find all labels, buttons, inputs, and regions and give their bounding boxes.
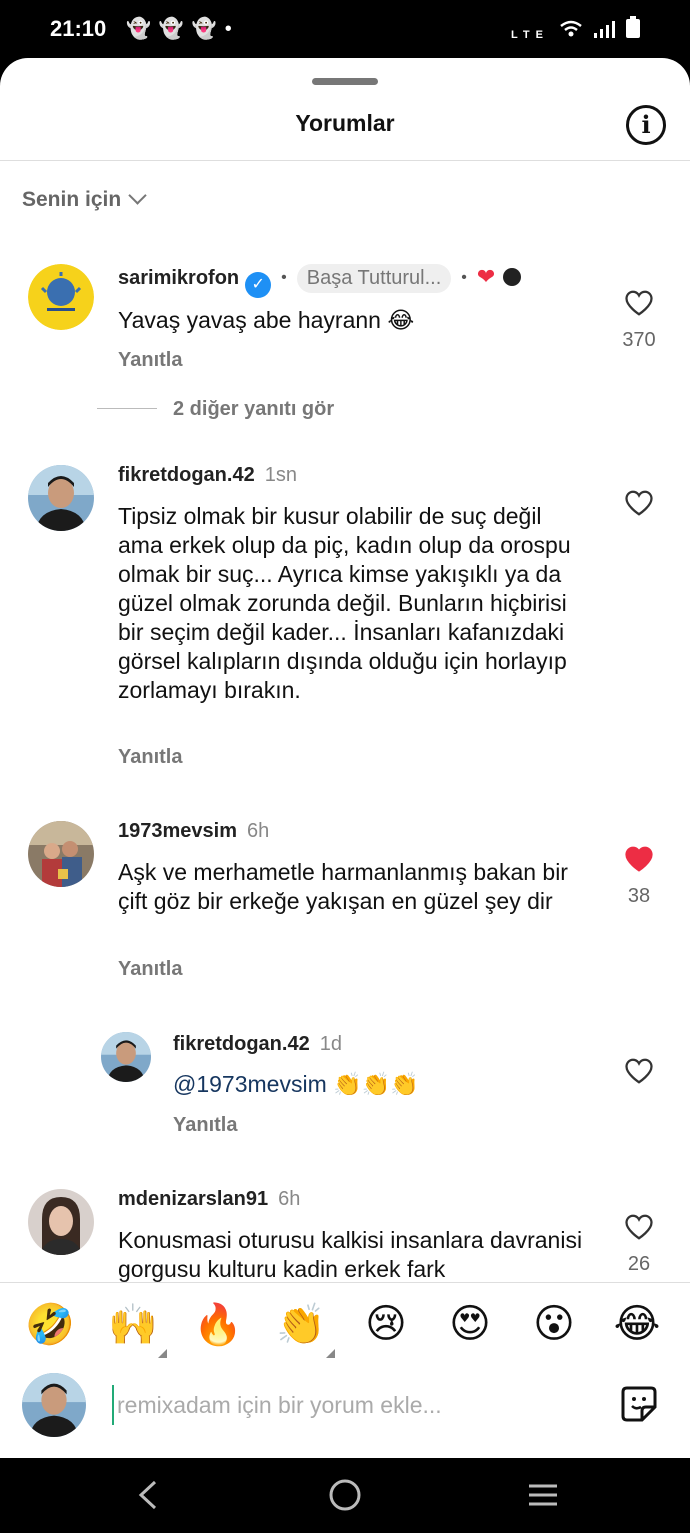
reply-button[interactable]: Yanıtla <box>118 958 182 981</box>
comment-time: 1d <box>319 1033 342 1055</box>
status-time: 21:10 <box>50 16 107 41</box>
comment-emojis: 👏👏👏 <box>333 1071 420 1097</box>
reply-button[interactable]: Yanıtla <box>173 1114 237 1137</box>
home-icon[interactable] <box>328 1478 362 1512</box>
comment-header: fikretdogan.42 1d <box>173 1033 342 1056</box>
comment-username[interactable]: 1973mevsim <box>118 820 237 842</box>
chevron-down-icon <box>128 186 147 205</box>
system-nav-bar <box>0 1458 690 1533</box>
recents-icon[interactable] <box>526 1478 560 1512</box>
comment-header: sarimikrofon ✓ • Başa Tutturul... • ❤ <box>118 264 522 298</box>
dot-icon: • <box>224 18 240 40</box>
system-icons: LTE <box>511 16 640 43</box>
sheet-title: Yorumlar <box>295 110 395 136</box>
snapchat-icon: 👻 <box>191 18 225 40</box>
separator-dot: • <box>281 269 287 286</box>
sort-dropdown[interactable]: Senin için <box>22 186 147 212</box>
sort-label: Senin için <box>22 188 122 211</box>
emoji-wow[interactable]: 😮 <box>529 1301 579 1347</box>
drag-handle[interactable] <box>312 78 378 85</box>
comment-text: Konusmasi oturusu kalkisi insanlara davr… <box>118 1227 583 1282</box>
skin-tone-indicator <box>158 1349 167 1358</box>
emoji-heart-eyes[interactable]: 😍 <box>445 1301 495 1347</box>
comment-composer: 🤣 🙌 🔥 👏 😢 😍 😮 😂 <box>0 1283 690 1458</box>
wifi-icon <box>560 20 582 37</box>
like-button[interactable] <box>619 845 659 878</box>
comment-text: Tipsiz olmak bir kusur olabilir de suç d… <box>118 503 571 703</box>
header-divider <box>0 160 690 161</box>
emoji-clap[interactable]: 👏 <box>276 1301 326 1348</box>
comment-header: fikretdogan.42 1sn <box>118 464 297 487</box>
comment-username[interactable]: sarimikrofon <box>118 267 239 289</box>
comment-header: 1973mevsim 6h <box>118 820 269 843</box>
heart-outline-icon <box>625 1058 653 1084</box>
emoji-crying[interactable]: 😢 <box>361 1301 411 1347</box>
status-bar: 21:10 👻👻👻• LTE <box>0 0 690 58</box>
like-button[interactable] <box>619 1057 659 1090</box>
comment-input[interactable] <box>112 1385 582 1425</box>
volte-icon: LTE <box>510 29 549 41</box>
reply-button[interactable]: Yanıtla <box>118 349 182 372</box>
avatar[interactable] <box>28 264 94 330</box>
comment-username[interactable]: fikretdogan.42 <box>173 1033 310 1055</box>
sticker-icon[interactable] <box>620 1385 658 1423</box>
like-count: 26 <box>627 1253 651 1275</box>
emoji-raising-hands[interactable]: 🙌 <box>108 1301 158 1348</box>
comment-header: mdenizarslan91 6h <box>118 1188 300 1211</box>
comment-text: Aşk ve merhametle harmanlanmış bakan bir… <box>118 859 568 914</box>
view-replies-line <box>97 408 157 409</box>
comment-time: 6h <box>246 820 270 842</box>
avatar[interactable] <box>28 465 94 531</box>
creator-heart-icon: ❤ <box>476 264 496 289</box>
comment-text: Yavaş yavaş abe hayrann 😂 <box>118 307 415 333</box>
comments-sheet: Yorumlar i Senin için sarimikrofon ✓ • Başa… <box>0 58 690 1458</box>
emoji-rofl[interactable]: 🤣 <box>25 1301 75 1348</box>
verified-badge-icon: ✓ <box>245 272 272 298</box>
heart-outline-icon <box>625 290 653 316</box>
info-icon[interactable]: i <box>626 105 666 145</box>
comment-username[interactable]: fikretdogan.42 <box>118 464 255 486</box>
snapchat-icon: 👻 <box>126 18 159 40</box>
like-button[interactable] <box>619 1213 659 1246</box>
comment-text: @1973mevsim 👏👏👏 <box>173 1070 593 1099</box>
back-icon[interactable] <box>133 1478 163 1512</box>
comment-time: 6h <box>278 1188 301 1210</box>
avatar[interactable] <box>101 1032 151 1082</box>
creator-avatar-icon <box>503 268 522 286</box>
signal-icon <box>593 21 615 38</box>
pinned-badge: Başa Tutturul... <box>296 264 452 293</box>
heart-outline-icon <box>625 490 653 516</box>
avatar[interactable] <box>28 1189 94 1255</box>
like-button[interactable] <box>619 289 659 322</box>
snapchat-icon: 👻 <box>158 18 192 40</box>
heart-filled-icon <box>625 846 653 872</box>
notification-icons: 👻👻👻• <box>126 16 240 41</box>
like-button[interactable] <box>619 489 659 522</box>
emoji-joy[interactable]: 😂 <box>612 1301 662 1347</box>
reply-button[interactable]: Yanıtla <box>118 746 182 769</box>
emoji-fire[interactable]: 🔥 <box>193 1301 243 1348</box>
comment-time: 1sn <box>264 464 297 486</box>
current-user-avatar <box>22 1373 86 1437</box>
skin-tone-indicator <box>326 1349 335 1358</box>
view-replies-label: 2 diğer yanıtı gör <box>173 398 335 420</box>
like-count: 370 <box>622 329 656 351</box>
view-replies-button[interactable]: 2 diğer yanıtı gör <box>97 398 334 421</box>
comment-username[interactable]: mdenizarslan91 <box>118 1188 268 1210</box>
mention-link[interactable]: @1973mevsim <box>173 1071 327 1097</box>
separator-dot: • <box>461 269 467 286</box>
heart-outline-icon <box>625 1214 653 1240</box>
battery-icon <box>626 16 640 38</box>
avatar[interactable] <box>28 821 94 887</box>
like-count: 38 <box>627 885 651 907</box>
